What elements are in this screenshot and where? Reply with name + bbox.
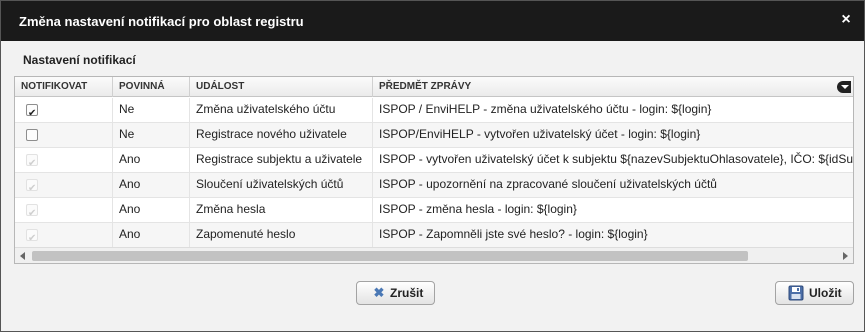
subject-cell: ISPOP - změna hesla - login: ${login} (379, 202, 577, 216)
required-cell: Ano (113, 148, 190, 172)
event-cell: Změna hesla (190, 198, 373, 222)
cancel-button-label: Zrušit (390, 286, 424, 300)
x-icon: ✖ (373, 285, 385, 300)
notify-cell (15, 223, 113, 247)
close-icon[interactable]: × (838, 12, 854, 28)
subject-cell: ISPOP/EnviHELP - vytvořen uživatelský úč… (379, 127, 701, 141)
notification-settings-dialog: Změna nastavení notifikací pro oblast re… (0, 0, 865, 332)
table-row[interactable]: AnoZměna hesla ISPOP - změna hesla - logi… (15, 198, 853, 223)
table-row[interactable]: AnoZapomenuté heslo ISPOP - Zapomněli jst… (15, 223, 853, 248)
table-row[interactable]: AnoSloučení uživatelských účtů ISPOP - up… (15, 173, 853, 198)
notify-checkbox (26, 203, 38, 222)
table-row[interactable]: AnoRegistrace subjektu a uživatele ISPOP … (15, 148, 853, 173)
grid-header: NOTIFIKOVAT POVINNÁ UDÁLOST PŘEDMĚT ZPRÁ… (15, 77, 853, 97)
section-title: Nastavení notifikací (23, 53, 136, 67)
table-row[interactable]: Ne Registrace nového uživatele ISPOP/EnviH… (15, 123, 853, 148)
column-header-subject[interactable]: PŘEDMĚT ZPRÁVY (373, 77, 853, 97)
notify-cell (15, 173, 113, 197)
event-cell: Změna uživatelského účtu (190, 98, 373, 122)
scroll-left-icon[interactable] (15, 248, 31, 263)
notify-checkbox (26, 153, 38, 172)
notify-cell (15, 123, 113, 147)
notify-cell (15, 98, 113, 122)
floppy-disk-icon (788, 285, 804, 301)
event-cell: Registrace subjektu a uživatele (190, 148, 373, 172)
required-cell: Ne (113, 98, 190, 122)
scrollbar-thumb[interactable] (32, 251, 748, 261)
column-header-event[interactable]: UDÁLOST (190, 77, 373, 97)
required-cell: Ano (113, 173, 190, 197)
required-cell: Ne (113, 123, 190, 147)
event-cell: Zapomenuté heslo (190, 223, 373, 247)
notify-checkbox[interactable] (26, 103, 38, 122)
event-cell: Registrace nového uživatele (190, 123, 373, 147)
grid-body: NeZměna uživatelského účtu ISPOP / EnviHE… (15, 98, 853, 248)
save-button-label: Uložit (809, 286, 842, 300)
event-cell: Sloučení uživatelských účtů (190, 173, 373, 197)
scroll-right-icon[interactable] (837, 248, 853, 263)
table-row[interactable]: NeZměna uživatelského účtu ISPOP / EnviHE… (15, 98, 853, 123)
subject-cell: ISPOP / EnviHELP - změna uživatelského ú… (379, 102, 712, 116)
notify-checkbox[interactable] (26, 129, 38, 141)
required-cell: Ano (113, 198, 190, 222)
save-button[interactable]: Uložit (775, 281, 854, 305)
column-header-notify[interactable]: NOTIFIKOVAT (15, 77, 113, 97)
horizontal-scrollbar[interactable] (15, 247, 853, 263)
cancel-button[interactable]: ✖ Zrušit (356, 281, 435, 305)
column-menu-icon[interactable] (837, 81, 851, 93)
subject-cell: ISPOP - vytvořen uživatelský účet k subj… (379, 152, 853, 166)
required-cell: Ano (113, 223, 190, 247)
dialog-title: Změna nastavení notifikací pro oblast re… (19, 14, 304, 29)
notify-cell (15, 198, 113, 222)
subject-cell: ISPOP - upozornění na zpracované sloučen… (379, 177, 717, 191)
subject-cell: ISPOP - Zapomněli jste své heslo? - logi… (379, 227, 648, 241)
notify-checkbox (26, 178, 38, 197)
notifications-grid: NOTIFIKOVAT POVINNÁ UDÁLOST PŘEDMĚT ZPRÁ… (14, 76, 854, 264)
column-header-required[interactable]: POVINNÁ (113, 77, 190, 97)
notify-checkbox (26, 228, 38, 247)
dialog-titlebar: Změna nastavení notifikací pro oblast re… (1, 1, 864, 41)
notify-cell (15, 148, 113, 172)
